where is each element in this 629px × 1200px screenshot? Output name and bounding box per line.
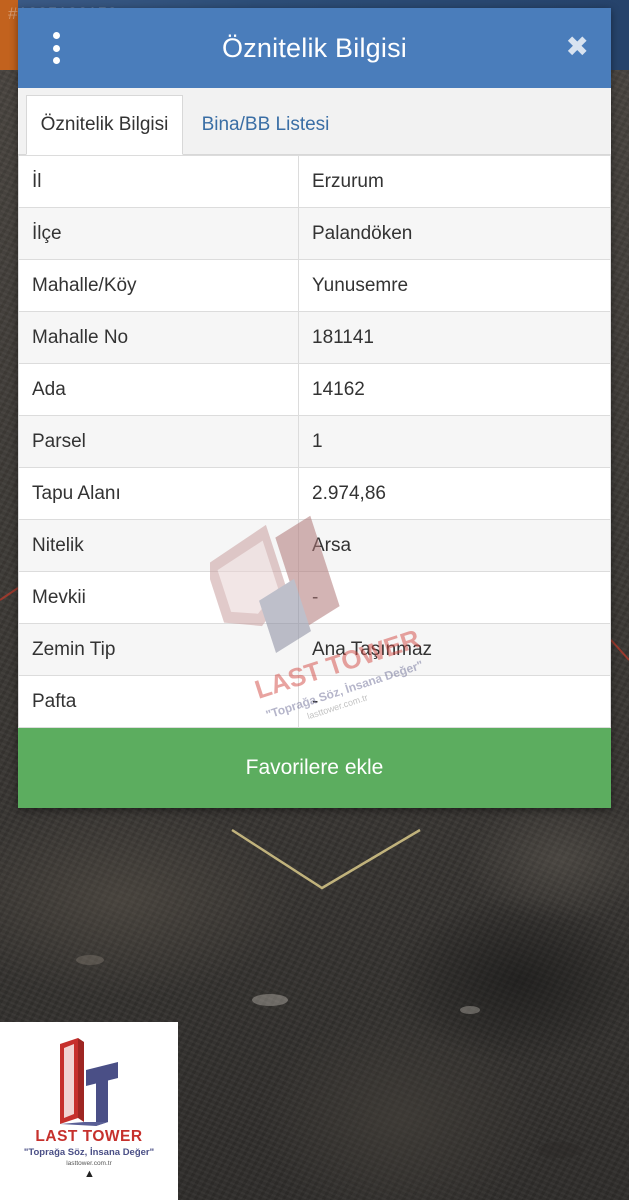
attribute-value: 1: [298, 415, 611, 468]
attribute-value: 181141: [298, 311, 611, 364]
table-row: Mahalle/Köy Yunusemre: [18, 259, 611, 312]
table-row: Mevkii -: [18, 571, 611, 624]
table-row: Mahalle No 181141: [18, 311, 611, 364]
kebab-dot: [52, 32, 60, 39]
table-row: Pafta -: [18, 675, 611, 728]
attribute-key: Mahalle No: [18, 311, 299, 364]
parcel-boundary-line: [231, 828, 421, 890]
attribute-key: Zemin Tip: [18, 623, 299, 676]
last-tower-logo-icon: [60, 1038, 118, 1126]
attribute-info-dialog: Öznitelik Bilgisi ✖ Öznitelik Bilgisi Bi…: [18, 8, 611, 808]
dialog-title: Öznitelik Bilgisi: [222, 32, 407, 63]
table-row: İl Erzurum: [18, 155, 611, 208]
tab-attribute-info[interactable]: Öznitelik Bilgisi: [26, 95, 183, 155]
attribute-key: Nitelik: [18, 519, 299, 572]
attribute-value: Yunusemre: [298, 259, 611, 312]
attribute-key: Pafta: [18, 675, 299, 728]
parcel-edge-left: [0, 587, 19, 601]
add-to-favorites-button[interactable]: Favorilere ekle: [18, 728, 611, 808]
attribute-key: İl: [18, 155, 299, 208]
attribute-key: Parsel: [18, 415, 299, 468]
attribute-value: 2.974,86: [298, 467, 611, 520]
parcel-edge-right: [610, 639, 629, 661]
attribute-value: Erzurum: [298, 155, 611, 208]
attribute-value: Palandöken: [298, 207, 611, 260]
brand-card: LAST TOWER "Toprağa Söz, İnsana Değer" l…: [0, 1022, 178, 1200]
tab-building-list[interactable]: Bina/BB Listesi: [188, 95, 343, 154]
cursor-icon: ▲: [84, 1168, 95, 1180]
attribute-table: İl Erzurum İlçe Palandöken Mahalle/Köy Y…: [18, 155, 611, 728]
brand-url: lasttower.com.tr: [66, 1160, 112, 1167]
close-icon[interactable]: ✖: [566, 32, 589, 62]
attribute-key: Mevkii: [18, 571, 299, 624]
kebab-menu-icon[interactable]: [48, 32, 64, 64]
table-row: İlçe Palandöken: [18, 207, 611, 260]
attribute-value: -: [298, 571, 611, 624]
table-row: Zemin Tip Ana Taşınmaz: [18, 623, 611, 676]
dialog-header: Öznitelik Bilgisi ✖: [18, 8, 611, 88]
table-row: Nitelik Arsa: [18, 519, 611, 572]
brand-name: LAST TOWER: [35, 1128, 143, 1145]
kebab-dot: [52, 44, 60, 52]
attribute-value: 14162: [298, 363, 611, 416]
attribute-value: Ana Taşınmaz: [298, 623, 611, 676]
table-row: Ada 14162: [18, 363, 611, 416]
tab-bar: Öznitelik Bilgisi Bina/BB Listesi: [18, 88, 611, 155]
attribute-key: Mahalle/Köy: [18, 259, 299, 312]
brand-slogan: "Toprağa Söz, İnsana Değer": [23, 1147, 155, 1158]
attribute-value: -: [298, 675, 611, 728]
attribute-key: Tapu Alanı: [18, 467, 299, 520]
attribute-value: Arsa: [298, 519, 611, 572]
attribute-key: Ada: [18, 363, 299, 416]
table-row: Parsel 1: [18, 415, 611, 468]
kebab-dot: [52, 57, 60, 64]
attribute-key: İlçe: [18, 207, 299, 260]
table-row: Tapu Alanı 2.974,86: [18, 467, 611, 520]
